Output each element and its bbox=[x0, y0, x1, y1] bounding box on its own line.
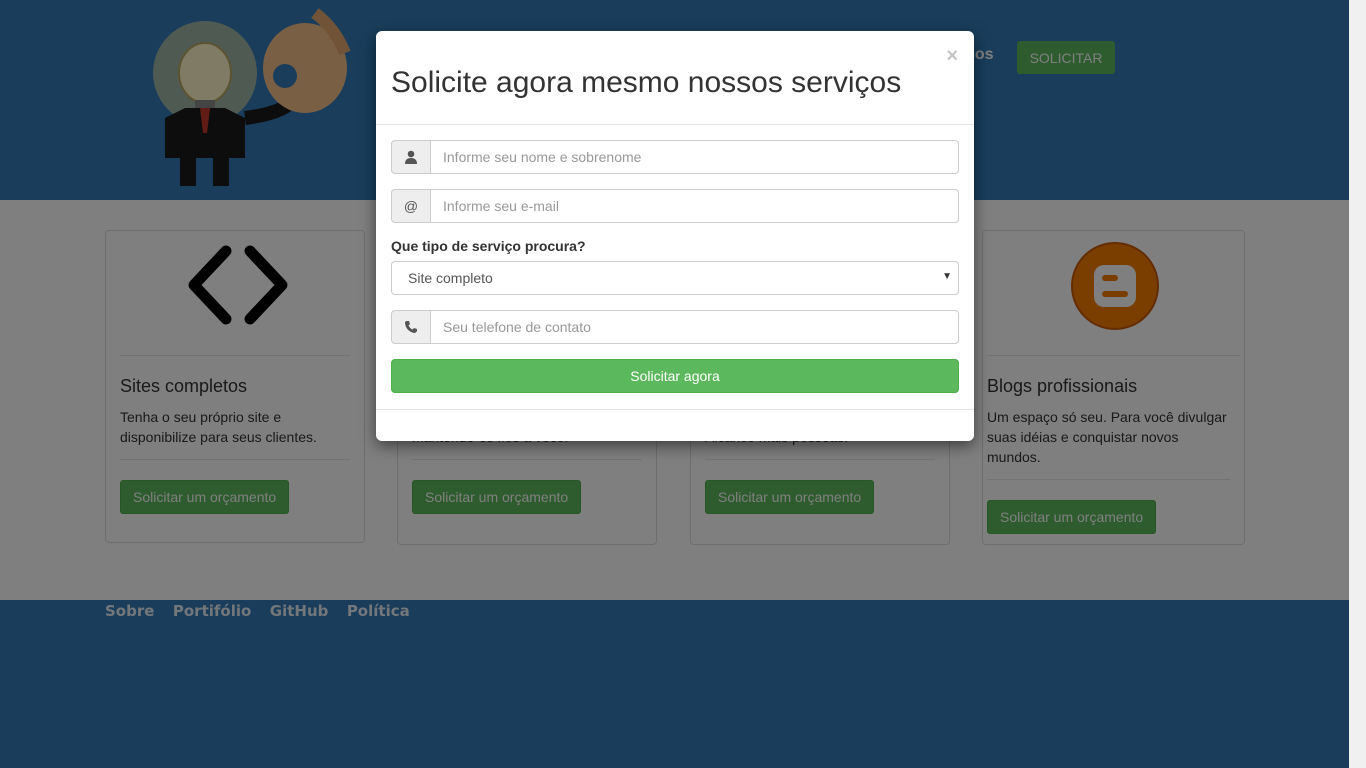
submit-request-button[interactable]: Solicitar agora bbox=[391, 359, 959, 393]
request-modal: Solicite agora mesmo nossos serviços × @… bbox=[376, 31, 974, 441]
email-input-group: @ bbox=[391, 189, 959, 223]
phone-input-group bbox=[391, 310, 959, 344]
modal-header: Solicite agora mesmo nossos serviços × bbox=[376, 31, 974, 125]
email-input[interactable] bbox=[430, 189, 959, 223]
service-type-select[interactable]: Site completo ▼ bbox=[391, 261, 959, 295]
name-input[interactable] bbox=[430, 140, 959, 174]
modal-body: @ Que tipo de serviço procura? Site comp… bbox=[391, 140, 959, 393]
phone-icon bbox=[391, 310, 430, 344]
scrollbar[interactable] bbox=[1349, 0, 1366, 768]
service-type-label: Que tipo de serviço procura? bbox=[391, 238, 586, 254]
service-type-value: Site completo bbox=[408, 270, 493, 286]
name-input-group bbox=[391, 140, 959, 174]
at-sign-icon: @ bbox=[391, 189, 430, 223]
modal-footer bbox=[376, 409, 974, 410]
chevron-down-icon: ▼ bbox=[942, 271, 952, 282]
close-icon[interactable]: × bbox=[946, 45, 958, 68]
phone-input[interactable] bbox=[430, 310, 959, 344]
modal-title: Solicite agora mesmo nossos serviços bbox=[391, 66, 902, 99]
user-icon bbox=[391, 140, 430, 174]
